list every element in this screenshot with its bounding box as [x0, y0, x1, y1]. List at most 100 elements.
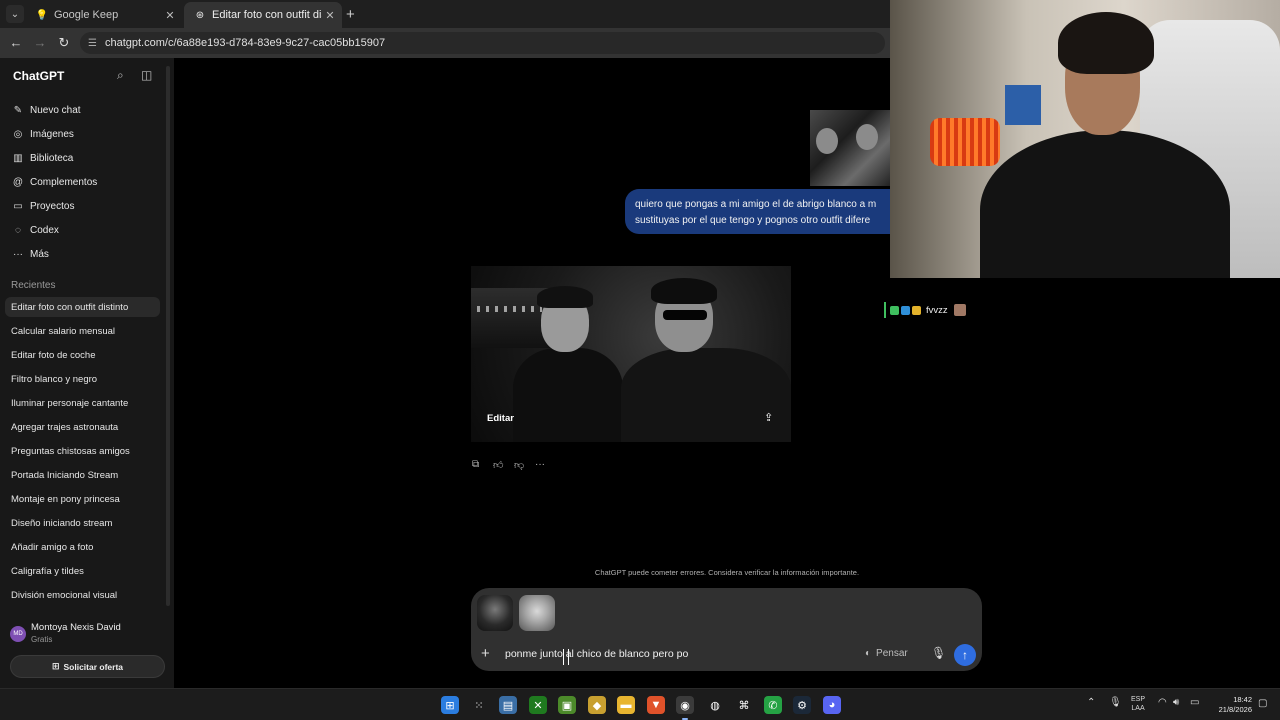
sidebar-item-label: Codex	[30, 224, 59, 236]
sidebar-scrollbar[interactable]	[166, 66, 170, 606]
windows-start-icon[interactable]: ⊞	[441, 696, 459, 714]
stream-user-tag: fvvzz	[884, 302, 966, 318]
whatsapp-icon[interactable]: ✆	[764, 696, 782, 714]
tab-search-button[interactable]: ⌄	[6, 5, 24, 23]
webcam-shelf-box	[1005, 85, 1041, 125]
capcut-icon[interactable]: ⌘	[735, 696, 753, 714]
image-sunglasses	[663, 310, 707, 320]
think-button[interactable]: ◐ Pensar	[865, 648, 908, 659]
sidebar-toggle-icon[interactable]: ◫	[141, 68, 152, 82]
discord-icon[interactable]: ◕	[823, 696, 841, 714]
request-offer-button[interactable]: ⊞ Solicitar oferta	[10, 655, 165, 678]
store-icon[interactable]: ▤	[499, 696, 517, 714]
minecraft-icon[interactable]: ▣	[558, 696, 576, 714]
recent-chat-item[interactable]: Iluminar personaje cantante	[5, 393, 160, 413]
image-cap	[537, 286, 593, 308]
keyboard-layout: LAA	[1131, 705, 1145, 712]
user-message-line: sustituyas por el que tengo y pognos otr…	[635, 215, 871, 226]
system-clock[interactable]: 18:42 21/8/2026	[1212, 695, 1252, 715]
close-icon[interactable]: ✕	[322, 9, 338, 22]
generated-image[interactable]: Editar ⇪	[471, 266, 791, 442]
attachment-thumbnail[interactable]	[477, 595, 513, 631]
sidebar-item-label: Biblioteca	[30, 152, 74, 164]
recent-chat-item[interactable]: Calcular salario mensual	[5, 321, 160, 341]
site-info-icon[interactable]: ☰	[88, 38, 97, 49]
microphone-icon[interactable]: 🎙︎	[931, 646, 946, 660]
thumbs-down-icon[interactable]: 👎︎	[514, 459, 524, 471]
steam-icon[interactable]: ⚙	[793, 696, 811, 714]
volume-icon[interactable]: 🔊︎	[1173, 697, 1179, 708]
share-icon[interactable]: ⇪	[764, 411, 773, 424]
obs-icon[interactable]: ◍	[706, 696, 724, 714]
back-icon[interactable]: ←	[8, 35, 24, 50]
file-explorer-icon[interactable]: ▬	[617, 696, 635, 714]
images-icon: ◎	[13, 128, 23, 140]
url-text: chatgpt.com/c/6a88e193-d784-83e9-9c27-ca…	[104, 37, 386, 49]
recent-chat-item[interactable]: Filtro blanco y negro	[5, 369, 160, 389]
notification-icon[interactable]: ▢	[1258, 698, 1267, 709]
battery-icon[interactable]: ▭	[1190, 697, 1199, 708]
search-icon[interactable]: ⌕	[117, 68, 124, 83]
recent-chat-item[interactable]: Diseño iniciando stream	[5, 513, 160, 533]
xbox-icon[interactable]: ✕	[529, 696, 547, 714]
user-plan: Gratis	[31, 635, 53, 644]
codex-icon: ◌	[15, 224, 21, 236]
language-code: ESP	[1131, 696, 1146, 703]
sidebar-item-codex[interactable]: ◌ Codex	[12, 220, 162, 240]
sidebar-item-label: Nuevo chat	[30, 104, 81, 116]
copy-icon[interactable]: ⧉	[472, 459, 479, 470]
user-message-bubble: quiero que pongas a mi amigo el de abrig…	[625, 189, 890, 234]
sidebar-item-projects[interactable]: ▭ Proyectos	[12, 196, 162, 216]
wifi-icon[interactable]: ◠	[1158, 697, 1167, 708]
message-input[interactable]: ponme junto al chico de blanco pero po	[505, 648, 688, 660]
task-view-icon[interactable]: ⁙	[470, 696, 488, 714]
recent-chat-item[interactable]: Editar foto de coche	[5, 345, 160, 365]
microphone-icon[interactable]: 🎙︎	[1109, 697, 1122, 708]
attachment-thumbnail[interactable]	[519, 595, 555, 631]
sidebar-item-more[interactable]: ··· Más	[12, 244, 162, 264]
sidebar-item-images[interactable]: ◎ Imágenes	[12, 124, 162, 144]
send-button[interactable]: ↑	[954, 644, 976, 666]
add-attachment-button[interactable]: +	[481, 646, 490, 662]
edit-image-button[interactable]: Editar	[487, 413, 514, 424]
webcam-heater	[930, 118, 1000, 166]
sidebar-item-library[interactable]: ▥ Biblioteca	[12, 148, 162, 168]
language-indicator[interactable]: ESP LAA	[1131, 695, 1145, 713]
user-attached-image[interactable]	[810, 110, 890, 186]
image-person-right	[621, 348, 791, 442]
url-field[interactable]: ☰ chatgpt.com/c/6a88e193-d784-83e9-9c27-…	[80, 32, 885, 54]
sidebar-item-label: Más	[30, 248, 49, 260]
user-profile[interactable]: MD Montoya Nexis David Gratis	[10, 620, 165, 648]
recent-chat-item[interactable]: Portada Iniciando Stream	[5, 465, 160, 485]
thumbs-up-icon[interactable]: 👍︎	[493, 459, 503, 471]
brave-icon[interactable]: ▼	[647, 696, 665, 714]
recent-chat-item[interactable]: Montaje en pony princesa	[5, 489, 160, 509]
chatgpt-icon: ⊛	[195, 9, 205, 21]
plugins-icon: @	[12, 176, 24, 188]
request-offer-label: Solicitar oferta	[63, 661, 124, 672]
brand-title[interactable]: ChatGPT	[13, 69, 64, 83]
recent-chat-item[interactable]: Preguntas chistosas amigos	[5, 441, 160, 461]
chrome-icon[interactable]: ◉	[676, 696, 694, 720]
recent-chat-item[interactable]: Añadir amigo a foto	[5, 537, 160, 557]
sidebar-item-plugins[interactable]: @ Complementos	[12, 172, 162, 192]
tab-google-keep[interactable]: 💡 Google Keep ✕	[26, 2, 182, 28]
sidebar-item-new-chat[interactable]: ✎ Nuevo chat	[12, 100, 162, 120]
more-icon: ···	[13, 248, 23, 260]
sidebar: ChatGPT ⌕ ◫ ✎ Nuevo chat ◎ Imágenes ▥ Bi…	[0, 58, 174, 688]
recent-chat-item[interactable]: Caligrafía y tildes	[5, 561, 160, 581]
more-options-icon[interactable]: ···	[535, 459, 545, 470]
recents-heading: Recientes	[11, 280, 56, 291]
game-icon[interactable]: ◆	[588, 696, 606, 714]
tab-chatgpt[interactable]: ⊛ Editar foto con outfit distinto ✕	[184, 2, 342, 28]
chevron-up-icon[interactable]: ⌃	[1087, 697, 1095, 708]
close-icon[interactable]: ✕	[162, 9, 178, 22]
recent-chat-item[interactable]: Editar foto con outfit distinto	[5, 297, 160, 317]
recent-chat-item[interactable]: División emocional visual	[5, 585, 160, 605]
reload-icon[interactable]: ↻	[56, 35, 72, 51]
recent-chat-item[interactable]: Agregar trajes astronauta	[5, 417, 160, 437]
tab-title: Google Keep	[54, 9, 119, 21]
new-tab-button[interactable]: +	[346, 6, 355, 23]
forward-icon[interactable]: →	[32, 35, 48, 50]
tab-title: Editar foto con outfit distinto	[212, 9, 322, 21]
